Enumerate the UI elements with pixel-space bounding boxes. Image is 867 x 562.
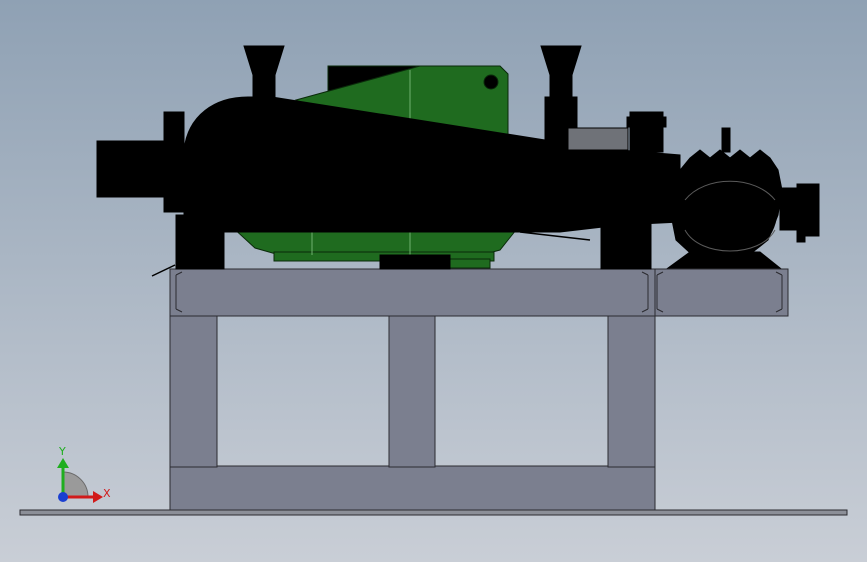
frame-bottom-beam	[169, 465, 656, 511]
inlet-pipe	[96, 140, 173, 198]
cad-viewport[interactable]: Y X	[0, 0, 867, 562]
center-support-leg	[379, 254, 451, 270]
drive-motor[interactable]	[666, 127, 820, 269]
frame-top-beam	[169, 268, 789, 317]
triad-y-arrowhead	[57, 458, 69, 468]
hopper-right	[540, 45, 582, 99]
triad-z-origin	[58, 492, 68, 502]
control-knob-right	[659, 116, 667, 128]
inlet-flange	[163, 111, 185, 213]
shaft-bolt	[796, 233, 806, 243]
control-knob	[626, 116, 636, 128]
triad-x-arrowhead	[93, 491, 103, 503]
frame-leg-middle	[388, 314, 436, 468]
center-brace	[519, 231, 591, 241]
left-support-leg	[175, 214, 225, 270]
motor-foot	[444, 258, 491, 269]
right-support-leg	[600, 214, 652, 270]
ground-line	[19, 509, 848, 516]
triad-x-label: X	[103, 487, 111, 500]
triad-quarter-disc	[62, 471, 89, 498]
frame-leg-right	[607, 314, 656, 468]
hopper-left	[243, 45, 285, 99]
housing-port	[483, 74, 499, 90]
gear-box	[567, 127, 629, 151]
coordinate-triad: Y X	[57, 445, 111, 503]
base-frame[interactable]	[169, 268, 789, 511]
motor-terminal-box	[721, 127, 731, 153]
triad-y-label: Y	[58, 445, 66, 458]
shaft-end	[796, 183, 820, 237]
frame-leg-left	[169, 314, 218, 468]
motor-feet	[666, 251, 782, 269]
cad-model-view[interactable]: Y X	[0, 0, 867, 562]
